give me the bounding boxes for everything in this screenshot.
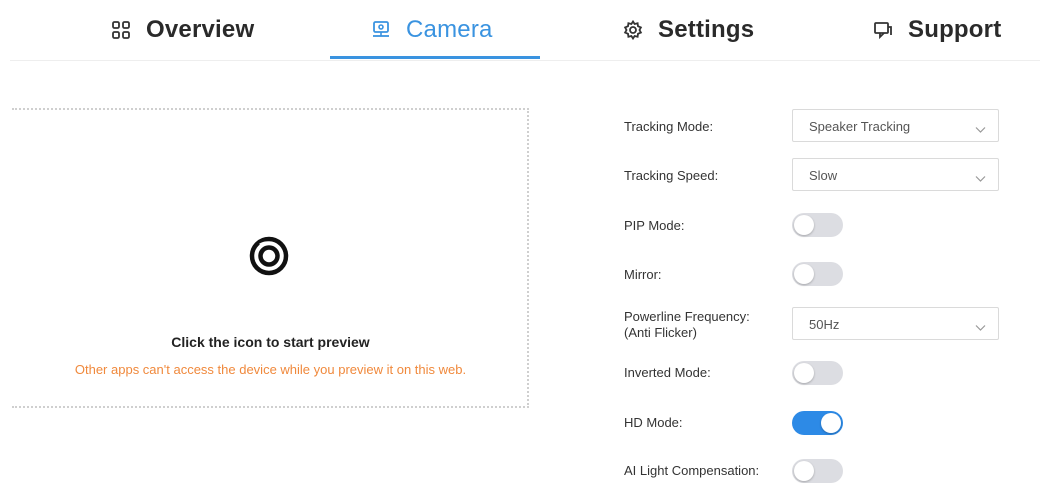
chevron-down-icon [975,319,986,331]
powerline-frequency-value: 50Hz [809,317,840,332]
powerline-frequency-label-line2: (Anti Flicker) [624,325,697,340]
toggle-knob [821,413,841,433]
toggle-knob [794,363,814,383]
tracking-mode-label: Tracking Mode: [624,119,714,134]
grid-icon [110,19,132,41]
mirror-toggle[interactable] [792,262,843,286]
toggle-knob [794,461,814,481]
powerline-frequency-label-line1: Powerline Frequency: [624,309,750,324]
tab-label: Overview [146,16,255,43]
tab-overview[interactable]: Overview [110,0,254,60]
camera-preview-panel: Click the icon to start preview Other ap… [12,108,529,408]
tracking-mode-value: Speaker Tracking [809,119,911,134]
camera-lens-icon[interactable] [249,236,289,276]
hd-mode-label: HD Mode: [624,415,683,430]
tracking-speed-value: Slow [809,168,838,183]
pip-mode-toggle[interactable] [792,213,843,237]
tab-label: Support [908,16,1002,43]
hd-mode-toggle[interactable] [792,411,843,435]
preview-warning: Other apps can't access the device while… [74,362,467,377]
powerline-frequency-select[interactable]: 50Hz [792,307,999,340]
chevron-down-icon [975,170,986,182]
tab-support[interactable]: Support [872,0,1001,60]
camera-icon [370,19,392,41]
tab-label: Camera [406,16,493,43]
mirror-label: Mirror: [624,267,662,282]
preview-instruction: Click the icon to start preview [171,334,370,350]
tab-divider [10,60,1040,61]
tab-camera[interactable]: Camera [370,0,493,60]
gear-icon [622,19,644,41]
tab-bar: Overview Camera Settings Support [0,0,1040,61]
tracking-mode-select[interactable]: Speaker Tracking [792,109,999,142]
chat-icon [872,19,894,41]
inverted-mode-toggle[interactable] [792,361,843,385]
toggle-knob [794,264,814,284]
pip-mode-label: PIP Mode: [624,218,685,233]
active-tab-indicator [330,56,540,59]
tracking-speed-select[interactable]: Slow [792,158,999,191]
ai-light-compensation-label: AI Light Compensation: [624,463,760,478]
tracking-speed-label: Tracking Speed: [624,168,719,183]
tab-settings[interactable]: Settings [622,0,754,60]
powerline-frequency-label: Powerline Frequency: (Anti Flicker) [624,309,750,341]
chevron-down-icon [975,121,986,133]
inverted-mode-label: Inverted Mode: [624,365,711,380]
ai-light-compensation-toggle[interactable] [792,459,843,483]
toggle-knob [794,215,814,235]
tab-label: Settings [658,16,755,43]
